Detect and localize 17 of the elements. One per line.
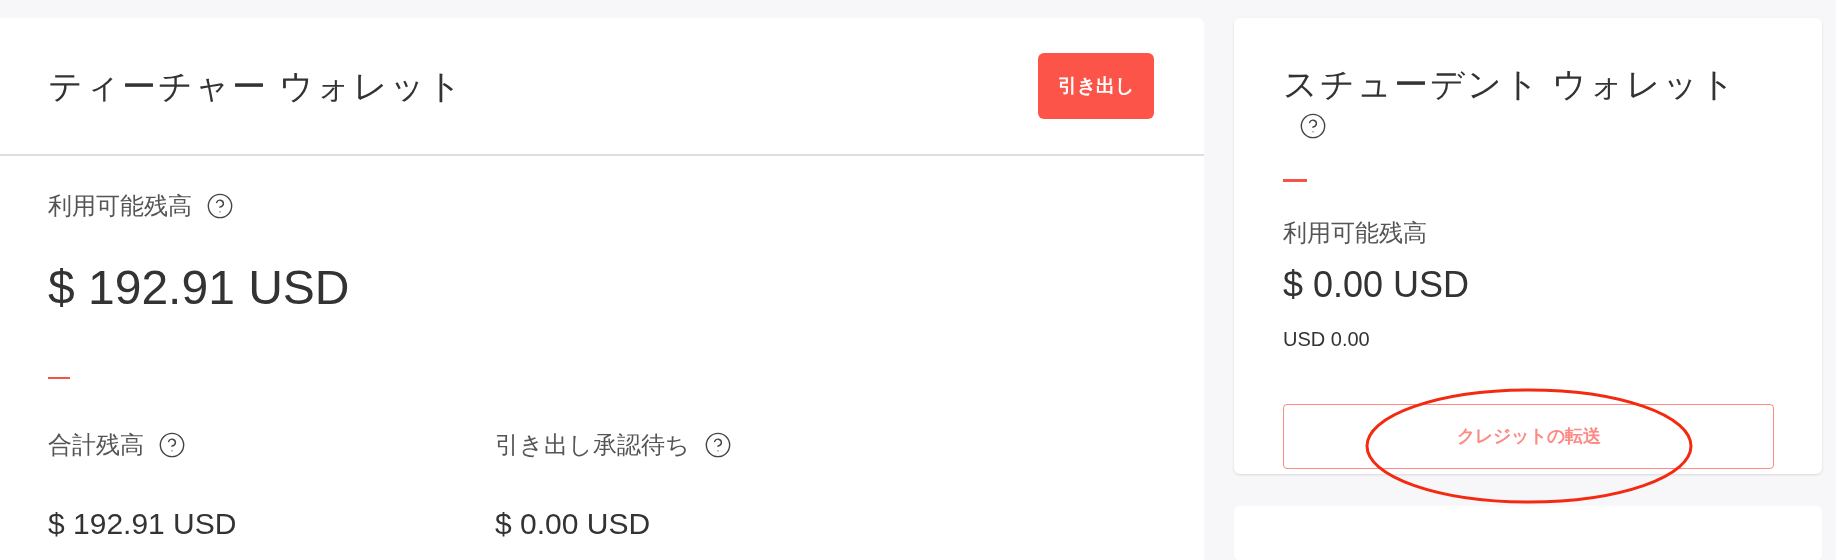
- withdraw-button[interactable]: 引き出し: [1038, 53, 1154, 119]
- balance-amount: $ 192.91 USD: [48, 260, 351, 316]
- balance-amount: $ 0.00 USD: [495, 506, 652, 542]
- balance-label: 合計残高: [48, 430, 144, 460]
- card-title: スチューデント ウォレット: [1283, 64, 1739, 105]
- balance-label: 引き出し承認待ち: [495, 430, 690, 460]
- balance-amount: $ 192.91 USD: [48, 506, 238, 542]
- balance-label: 利用可能残高: [1283, 218, 1428, 248]
- balance-amount: $ 0.00 USD: [1283, 263, 1471, 307]
- balance-label: 利用可能残高: [48, 191, 192, 221]
- help-icon[interactable]: [704, 431, 732, 459]
- help-icon[interactable]: [206, 192, 234, 220]
- help-icon[interactable]: [158, 431, 186, 459]
- transfer-button[interactable]: クレジットの転送: [1283, 404, 1774, 469]
- card-title: ティーチャー ウォレット: [48, 65, 465, 107]
- help-icon[interactable]: [1299, 112, 1327, 140]
- balance-sub-amount: USD 0.00: [1283, 327, 1371, 352]
